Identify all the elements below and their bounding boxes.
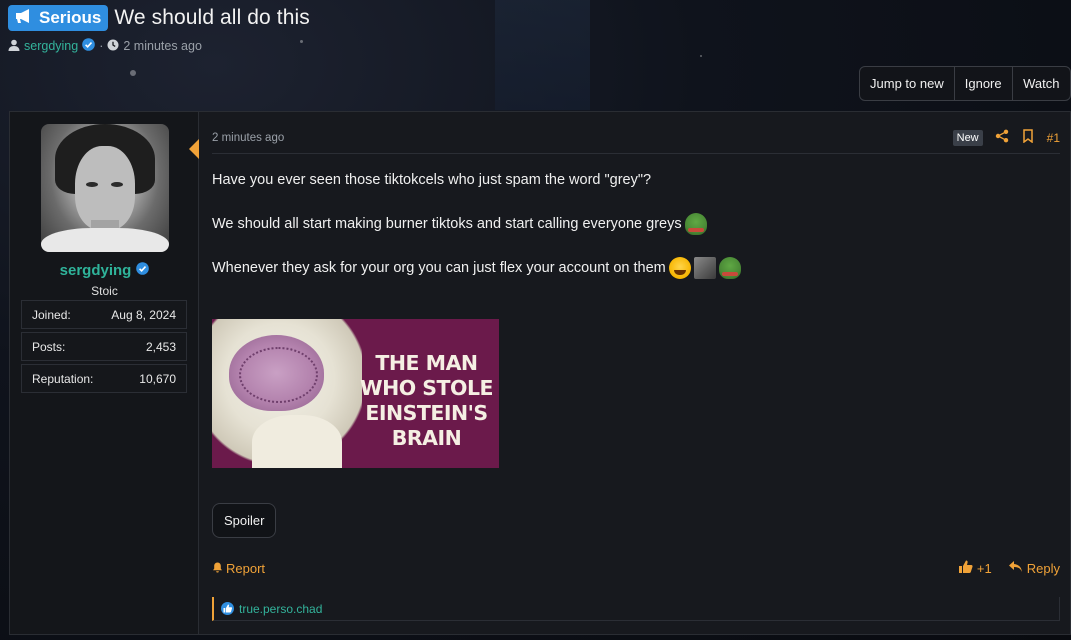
brain-illustration xyxy=(229,335,324,411)
megaphone-icon xyxy=(14,8,34,29)
user-stat-joined: Joined: Aug 8, 2024 xyxy=(21,300,187,329)
verified-icon xyxy=(136,262,150,279)
watch-button[interactable]: Watch xyxy=(1013,67,1070,100)
stat-label: Reputation: xyxy=(32,371,94,386)
message-line: Whenever they ask for your org you can j… xyxy=(212,257,741,279)
message-header-actions: New #1 xyxy=(952,129,1060,146)
message-arrow xyxy=(189,139,199,159)
thread-author-link[interactable]: sergdying xyxy=(24,39,78,53)
new-badge: New xyxy=(952,129,983,146)
background-speck xyxy=(300,40,303,43)
avatar[interactable] xyxy=(41,124,169,252)
bell-icon xyxy=(212,561,223,576)
thumbs-up-icon xyxy=(958,560,973,576)
post-user-cell: sergdying Stoic Joined: Aug 8, 2024 Post… xyxy=(10,112,199,634)
verified-icon xyxy=(82,38,96,54)
share-icon[interactable] xyxy=(995,129,1009,146)
background-speck xyxy=(130,70,136,76)
like-button[interactable]: +1 xyxy=(958,560,992,576)
message-header: 2 minutes ago New #1 xyxy=(212,122,1060,154)
post-username-link[interactable]: sergdying xyxy=(60,262,132,279)
post-date[interactable]: 2 minutes ago xyxy=(212,132,284,144)
meta-separator: · xyxy=(99,39,104,53)
thread-prefix-label: Serious xyxy=(39,8,102,27)
user-stat-reputation: Reputation: 10,670 xyxy=(21,364,187,393)
pepe-laugh-smilie-icon xyxy=(684,213,707,235)
message-line: We should all start making burner tiktok… xyxy=(212,213,741,235)
stat-label: Posts: xyxy=(32,339,66,354)
bookmark-icon[interactable] xyxy=(1021,129,1035,146)
thread-prefix-badge[interactable]: Serious xyxy=(8,5,109,31)
laughing-emoji-icon xyxy=(668,257,691,279)
stat-label: Joined: xyxy=(32,307,71,322)
ignore-button[interactable]: Ignore xyxy=(955,67,1013,100)
background-speck xyxy=(700,55,702,57)
pepe-smilie-icon xyxy=(718,257,741,279)
reactions-bar: true.perso.chad xyxy=(212,597,1060,621)
clock-icon xyxy=(107,39,119,54)
user-icon xyxy=(8,39,20,54)
thread-action-group: Jump to new Ignore Watch xyxy=(859,66,1071,101)
spoiler-button[interactable]: Spoiler xyxy=(212,503,277,538)
message-line: Have you ever seen those tiktokcels who … xyxy=(212,172,652,188)
embedded-image[interactable]: THE MAN WHO STOLE EINSTEIN'S BRAIN xyxy=(212,319,499,468)
user-title: Stoic xyxy=(91,284,118,298)
post-number-link[interactable]: #1 xyxy=(1047,131,1060,145)
background-panel xyxy=(495,0,590,110)
thread-title-row: Serious We should all do this xyxy=(8,5,310,31)
user-stat-posts: Posts: 2,453 xyxy=(21,332,187,361)
stat-value: 10,670 xyxy=(139,371,176,386)
reaction-user-link[interactable]: true.perso.chad xyxy=(239,602,322,616)
reply-icon xyxy=(1008,560,1023,576)
report-link[interactable]: Report xyxy=(212,561,265,576)
image-caption: THE MAN WHO STOLE EINSTEIN'S BRAIN xyxy=(359,351,494,450)
post-message: sergdying Stoic Joined: Aug 8, 2024 Post… xyxy=(9,111,1071,635)
like-reaction-icon xyxy=(221,602,234,615)
thread-meta: sergdying · 2 minutes ago xyxy=(8,38,202,54)
stat-value[interactable]: 2,453 xyxy=(146,340,176,354)
message-footer: Report +1 Reply xyxy=(212,560,1060,576)
stat-value: Aug 8, 2024 xyxy=(111,307,176,322)
post-username: sergdying xyxy=(10,262,199,279)
jump-to-new-button[interactable]: Jump to new xyxy=(860,67,955,100)
gray-image-smilie-icon xyxy=(693,257,716,279)
footer-actions: +1 Reply xyxy=(958,560,1060,576)
reply-button[interactable]: Reply xyxy=(1008,560,1060,576)
reply-label: Reply xyxy=(1026,560,1060,576)
like-count: +1 xyxy=(976,560,992,576)
thread-title: We should all do this xyxy=(114,6,310,29)
report-label: Report xyxy=(226,560,266,576)
message-body: Have you ever seen those tiktokcels who … xyxy=(212,170,741,302)
thread-time[interactable]: 2 minutes ago xyxy=(123,39,202,53)
